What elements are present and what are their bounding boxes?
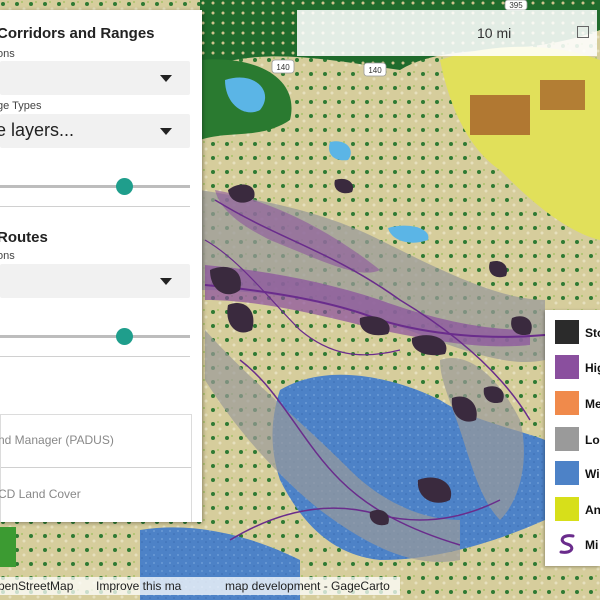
corridors-options-select[interactable] — [0, 61, 190, 95]
layers-select-placeholder: e layers... — [0, 120, 75, 140]
divider — [0, 356, 190, 357]
layer-item-label: CD Land Cover — [0, 487, 81, 501]
map-legend: Sto Hig Me Lo Wi An Mi — [545, 310, 600, 566]
legend-swatch — [555, 427, 579, 451]
legend-swatch — [555, 355, 579, 379]
road-shield-140-b: 140 — [363, 62, 387, 77]
road-shield-140-a: 140 — [271, 59, 295, 74]
road-label: 140 — [276, 63, 290, 72]
divider — [1, 467, 191, 468]
migration-route-icon — [559, 534, 575, 554]
legend-swatch — [555, 461, 579, 485]
legend-label: Lo — [585, 433, 600, 447]
chevron-down-icon — [160, 128, 172, 135]
layer-list: nd Manager (PADUS) CD Land Cover — [0, 414, 192, 522]
legend-label: Sto — [585, 326, 600, 340]
map-development-credit: map development - GageCarto — [225, 579, 390, 593]
chevron-down-icon — [160, 278, 172, 285]
road-label: 395 — [509, 1, 523, 10]
routes-options-select[interactable] — [0, 264, 190, 298]
divider — [0, 206, 190, 207]
legend-label: An — [585, 503, 600, 517]
section-corridors-options-label: ons — [0, 48, 15, 60]
control-panel: Corridors and Ranges ons ge Types e laye… — [0, 10, 202, 522]
agri-brown-1 — [470, 95, 530, 135]
agri-brown-2 — [540, 80, 585, 110]
legend-label: Wi — [585, 467, 600, 481]
section-routes-options-label: ons — [0, 250, 15, 262]
chevron-down-icon — [160, 75, 172, 82]
legend-label: Mi — [585, 538, 599, 552]
section-routes-title: Routes — [0, 229, 48, 246]
layer-item-padus[interactable]: nd Manager (PADUS) — [0, 415, 191, 465]
legend-swatch — [555, 497, 579, 521]
range-types-label: ge Types — [0, 100, 42, 112]
slider-thumb[interactable] — [115, 178, 133, 195]
green-action-button[interactable] — [0, 527, 16, 567]
layers-select[interactable]: e layers... — [0, 114, 190, 148]
corridors-opacity-slider[interactable] — [0, 178, 190, 195]
map-attribution: penStreetMap Improve this ma map develop… — [0, 577, 400, 595]
routes-opacity-slider[interactable] — [0, 328, 190, 345]
slider-thumb[interactable] — [115, 328, 133, 345]
layer-item-land-cover[interactable]: CD Land Cover — [0, 469, 191, 519]
road-shield-395: 395 — [504, 0, 528, 11]
scale-label: 10 mi — [477, 25, 512, 41]
legend-swatch — [555, 320, 579, 344]
osm-attribution-link[interactable]: penStreetMap — [0, 579, 73, 593]
scale-bar: 10 mi — [297, 10, 597, 56]
legend-label: Hig — [585, 361, 600, 375]
layer-item-label: nd Manager (PADUS) — [0, 433, 114, 447]
road-label: 140 — [368, 66, 382, 75]
section-corridors-title: Corridors and Ranges — [0, 25, 155, 42]
legend-swatch — [555, 391, 579, 415]
legend-label: Me — [585, 397, 600, 411]
improve-map-link[interactable]: Improve this ma — [96, 579, 181, 593]
fullscreen-icon[interactable] — [577, 26, 589, 38]
